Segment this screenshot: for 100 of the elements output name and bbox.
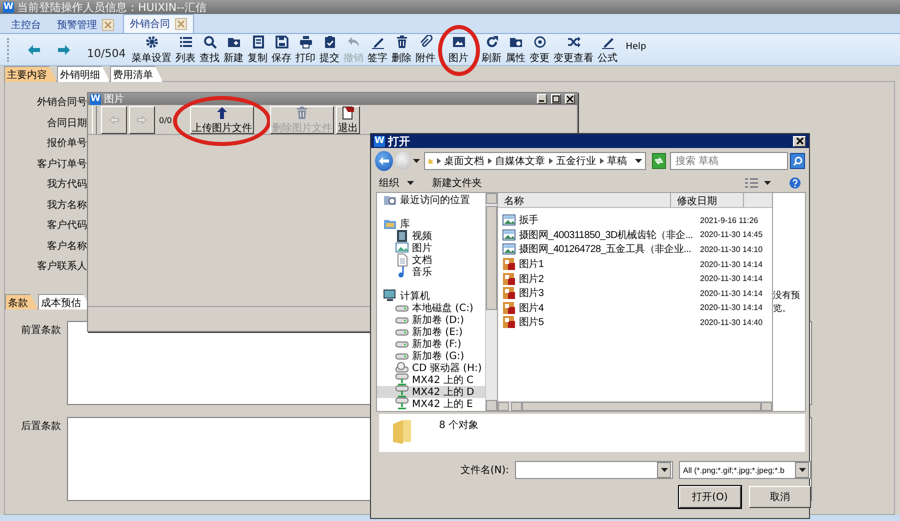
item-count: 8 个对象 — [439, 418, 479, 433]
toolbar-button[interactable]: 退出 — [336, 106, 360, 134]
column-header[interactable]: 名称 — [498, 193, 671, 207]
document-icon — [395, 253, 409, 267]
file-name[interactable]: 摄图网_401264728_五金工具（非企业... — [498, 242, 700, 256]
chevron-icon — [488, 158, 492, 164]
file-name[interactable]: 扳手 — [498, 213, 700, 228]
tab[interactable]: 条款 — [5, 294, 38, 310]
tree-item[interactable]: 新加卷 (F:) — [377, 338, 485, 350]
toolbar-button[interactable]: 公式 — [596, 34, 620, 64]
network-drive-icon — [395, 373, 409, 387]
address-bar[interactable]: 桌面文档 自媒体文章 五金行业 草稿 — [424, 152, 646, 170]
field-label: 后置条款 — [20, 420, 61, 434]
network-drive-icon — [395, 385, 409, 399]
search-button[interactable] — [790, 153, 805, 169]
tree-item[interactable]: 库 — [377, 218, 485, 230]
toolbar-button[interactable]: 上传图片文件 — [190, 106, 254, 134]
close-button[interactable] — [565, 94, 575, 104]
file-date: 2020-11-30 14:14 — [700, 260, 763, 269]
file-name[interactable]: 图片2 — [498, 272, 700, 286]
search-field[interactable]: 搜索 草稿 — [670, 152, 788, 170]
tree-item[interactable]: 图片 — [377, 242, 485, 254]
toolbar-button[interactable]: 变更查看 — [552, 34, 596, 64]
picture-file-icon — [502, 272, 516, 286]
tab[interactable]: 外销合同 — [123, 14, 194, 33]
toolbar-button[interactable]: 提交 — [318, 34, 342, 64]
breadcrumb-item[interactable]: 五金行业 — [548, 154, 596, 168]
tree-item[interactable]: 计算机 — [377, 290, 485, 302]
file-type-dropdown[interactable]: All (*.png;*.gif;*.jpg;*.jpeg;*.b — [679, 461, 811, 479]
breadcrumb-item[interactable]: 自媒体文章 — [488, 154, 545, 168]
tree-item[interactable]: 新加卷 (G:) — [377, 350, 485, 362]
toolbar-button[interactable]: 刷新 — [480, 34, 504, 64]
help-link[interactable]: Help — [626, 42, 646, 52]
toolbar-button[interactable]: 打印 — [294, 34, 318, 64]
file-name[interactable]: 摄图网_400311850_3D机械齿轮（非企... — [498, 228, 700, 242]
chevron-icon — [436, 158, 441, 164]
command-button[interactable]: 组织 — [379, 176, 414, 190]
upload-icon — [214, 106, 229, 120]
command-button[interactable]: 新建文件夹 — [432, 176, 482, 190]
breadcrumb-item[interactable]: 草稿 — [600, 154, 627, 168]
tab[interactable]: 费用清单 — [110, 66, 163, 82]
help-icon[interactable] — [789, 177, 801, 189]
toolbar-button[interactable]: 附件 — [414, 34, 438, 64]
chevron-icon — [548, 158, 553, 164]
disc-drive-icon — [395, 361, 409, 375]
maximize-button[interactable] — [551, 94, 561, 104]
tree-item[interactable]: MX42 上的 E — [377, 398, 485, 410]
refresh-button[interactable] — [652, 153, 666, 169]
column-header[interactable]: 修改日期 — [671, 193, 744, 207]
toolbar-button[interactable]: 属性 — [504, 34, 528, 64]
file-name[interactable]: 图片4 — [498, 300, 700, 315]
dialog-button[interactable]: 取消 — [749, 486, 811, 508]
folder-icon — [391, 418, 413, 446]
tree-item[interactable]: CD 驱动器 (H:) — [377, 362, 485, 374]
minimize-button[interactable] — [537, 94, 547, 104]
toolbar-button[interactable]: 删除 — [390, 34, 414, 64]
file-name[interactable]: 图片5 — [498, 315, 700, 330]
file-date: 2020-11-30 14:10 — [700, 244, 763, 254]
toolbar-button[interactable]: 新建 — [222, 34, 246, 64]
arrow-right-icon — [58, 44, 70, 54]
back-button[interactable] — [375, 151, 393, 171]
arrow-left-icon — [28, 44, 40, 54]
toolbar-button[interactable]: 变更 — [528, 34, 552, 64]
toolbar-button[interactable]: 列表 — [174, 34, 198, 64]
tree-item[interactable]: 文档 — [377, 254, 485, 266]
toolbar-button[interactable]: 图片 — [446, 34, 471, 64]
filename-field[interactable] — [515, 461, 673, 479]
tree-item[interactable]: 新加卷 (D:) — [377, 314, 485, 326]
tree-item[interactable]: MX42 上的 D — [377, 386, 485, 398]
dialog-button[interactable]: 打开(O) — [679, 486, 741, 508]
undo-icon — [346, 34, 361, 48]
toolbar-button[interactable]: 查找 — [198, 34, 222, 64]
toolbar-button[interactable]: 保存 — [270, 34, 294, 64]
tree-item[interactable]: 视频 — [377, 230, 485, 242]
scrollbar[interactable] — [498, 401, 772, 411]
file-name[interactable]: 图片1 — [498, 257, 700, 272]
toolbar-button[interactable]: 菜单设置 — [130, 34, 174, 64]
tab[interactable]: 预警管理 — [50, 16, 121, 33]
app-logo: W — [3, 2, 14, 12]
scrollbar[interactable] — [485, 193, 497, 411]
file-name[interactable]: 图片3 — [498, 286, 700, 300]
tab[interactable]: 外销明细 — [57, 66, 110, 82]
field-label: 客户名称 — [46, 240, 87, 254]
tree-item[interactable]: 新加卷 (E:) — [377, 326, 485, 338]
tree-item[interactable]: 音乐 — [377, 266, 485, 278]
breadcrumb-item[interactable]: 桌面文档 — [436, 154, 484, 168]
list-icon — [178, 34, 193, 48]
file-date: 2020-11-30 14:45 — [700, 230, 763, 240]
tab[interactable]: 主控台 — [4, 16, 48, 33]
caret-icon — [412, 159, 420, 163]
tree-item[interactable]: 最近访问的位置 — [377, 194, 485, 206]
exit-icon — [340, 106, 355, 120]
tab[interactable]: 主要内容 — [4, 66, 57, 82]
tree-item[interactable]: MX42 上的 C — [377, 374, 485, 386]
toolbar-button[interactable]: 复制 — [246, 34, 270, 64]
tree-item[interactable]: 本地磁盘 (C:) — [377, 302, 485, 314]
library-icon — [383, 217, 397, 231]
picture-file-icon — [502, 286, 516, 300]
toolbar-button[interactable]: 签字 — [366, 34, 390, 64]
refresh-icon — [654, 156, 664, 166]
